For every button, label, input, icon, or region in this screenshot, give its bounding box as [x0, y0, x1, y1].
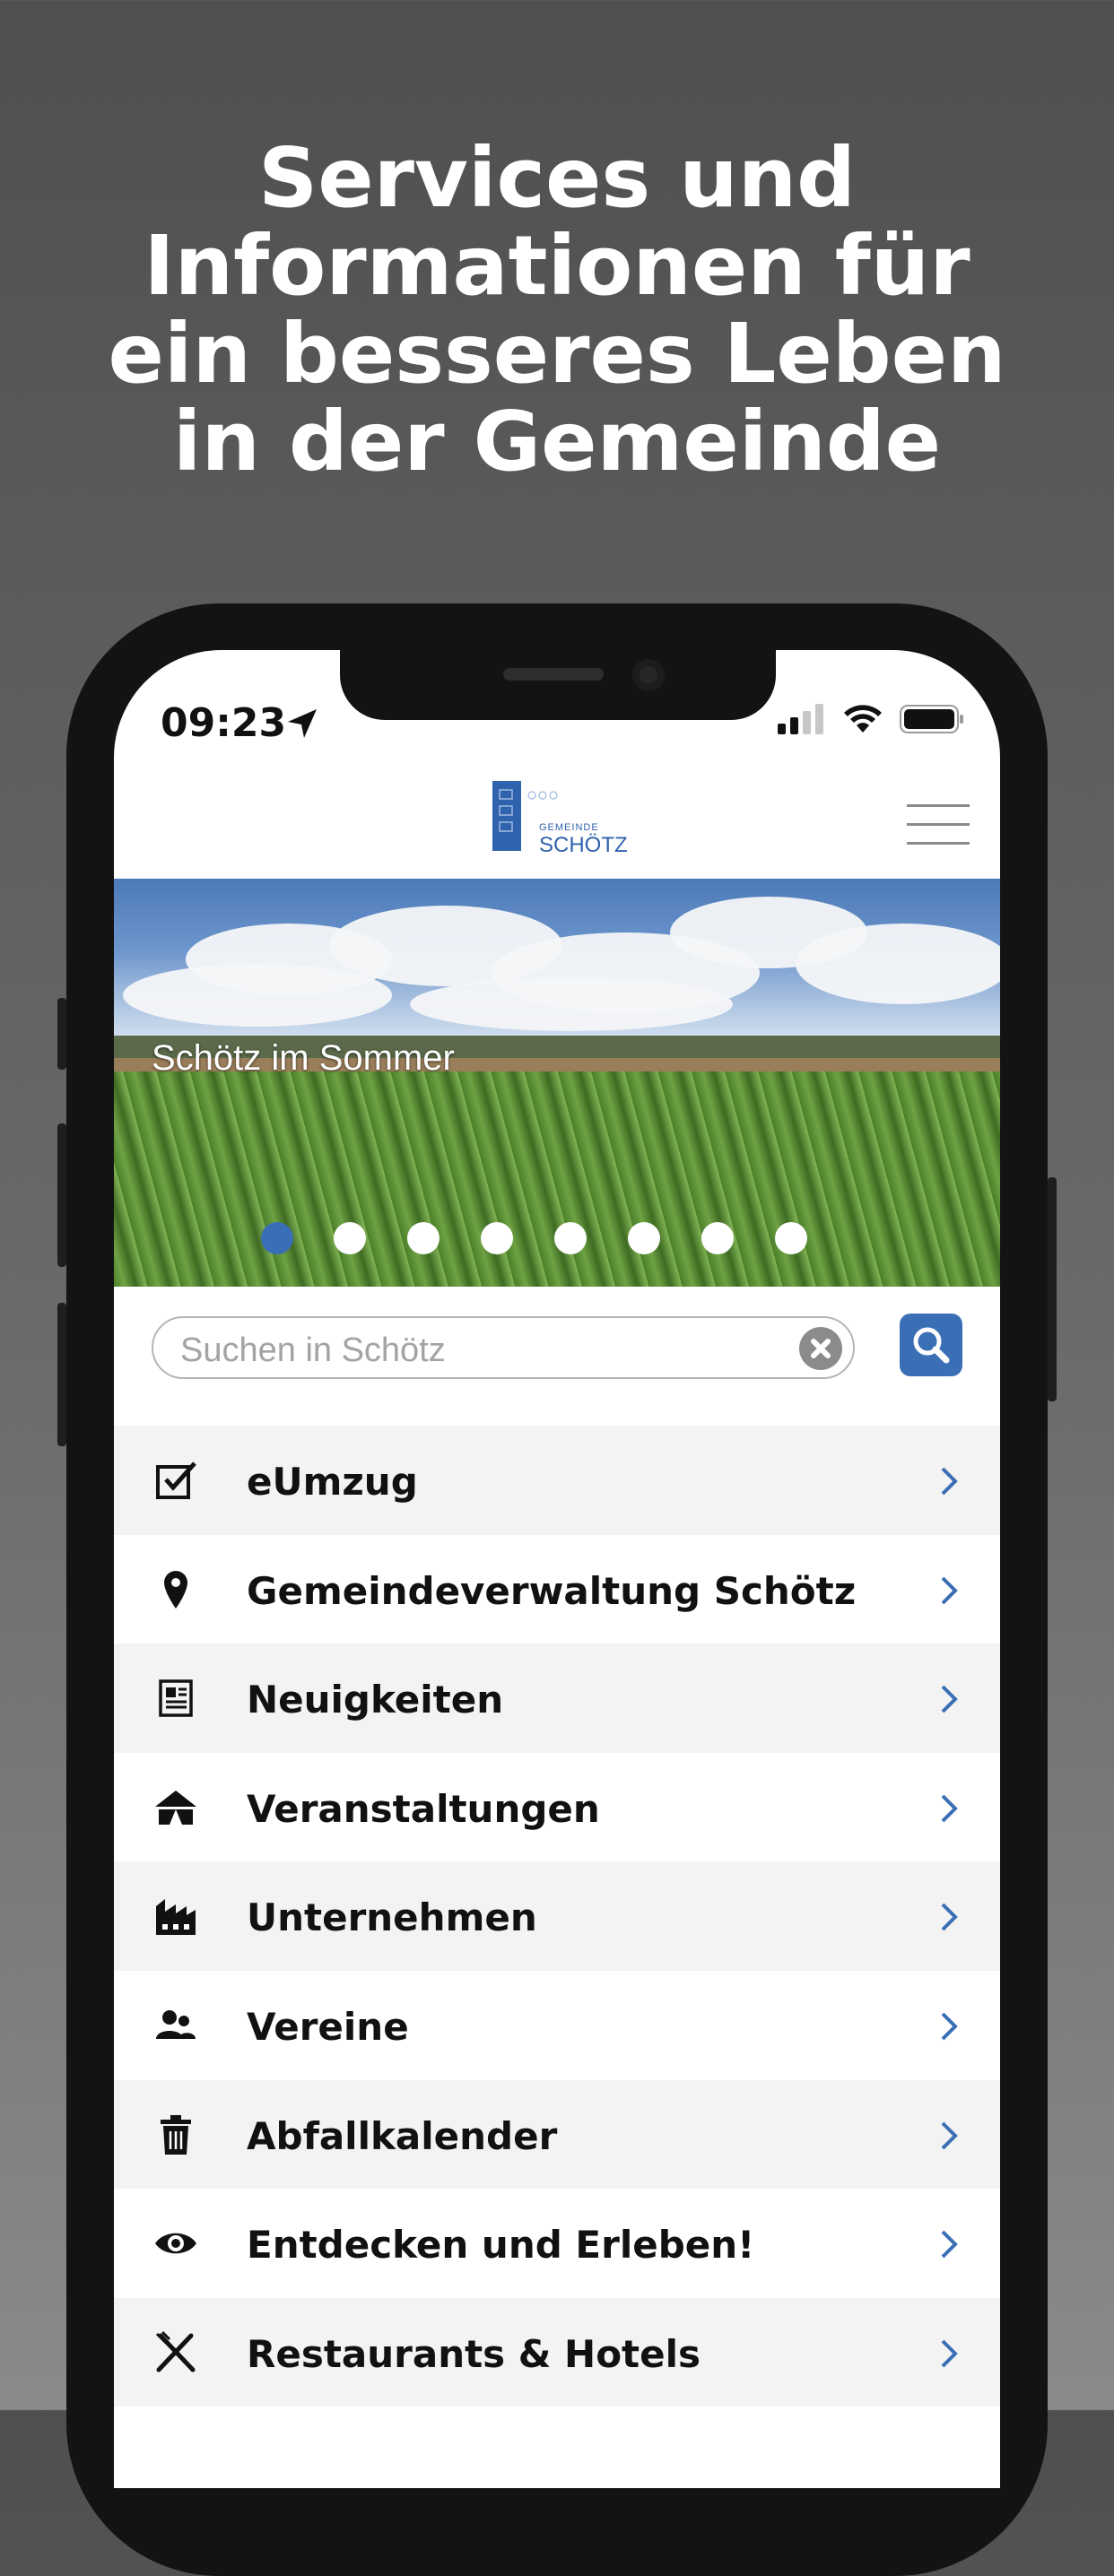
mute-switch [57, 998, 66, 1070]
menu-item-label: eUmzug [247, 1460, 418, 1504]
cloud [796, 924, 1000, 1004]
chevron-right-icon [941, 2339, 958, 2368]
app-header: GEMEINDE SCHÖTZ [114, 758, 1000, 879]
menu-item-label: Abfallkalender [247, 2113, 558, 2158]
search-icon [913, 1327, 950, 1364]
volume-down-button [57, 1303, 66, 1446]
cloud [123, 964, 392, 1027]
location-arrow-icon [288, 709, 317, 738]
headline: Services und Informationen für ein besse… [0, 134, 1114, 486]
menu-item-label: Vereine [247, 2004, 409, 2049]
search-input[interactable]: Suchen in Schötz [152, 1316, 855, 1379]
carousel-dot-2[interactable] [334, 1222, 366, 1254]
menu-item-label: Veranstaltungen [247, 1786, 600, 1831]
location-pin-icon [164, 1570, 187, 1609]
factory-icon [156, 1899, 196, 1936]
carousel-dot-8[interactable] [775, 1222, 807, 1254]
clear-icon[interactable] [799, 1327, 842, 1370]
hero-carousel[interactable]: Schötz im Sommer [114, 879, 1000, 1287]
headline-line-1: Services und [257, 130, 857, 226]
menu-item-gemeindeverwaltung[interactable]: Gemeindeverwaltung Schötz [114, 1535, 1000, 1644]
group-icon [156, 2009, 196, 2039]
logo-small-text: GEMEINDE [539, 822, 599, 833]
menu-list: eUmzug Gemeindeverwaltung Schötz Neuigke… [114, 1426, 1000, 2407]
menu-item-label: Gemeindeverwaltung Schötz [247, 1568, 857, 1613]
search-button[interactable] [900, 1314, 962, 1376]
logo-big-text: SCHÖTZ [539, 833, 628, 857]
carousel-dot-5[interactable] [554, 1222, 587, 1254]
chevron-right-icon [941, 1685, 958, 1713]
battery-icon [900, 705, 963, 733]
signal-icon [778, 704, 823, 734]
menu-item-neuigkeiten[interactable]: Neuigkeiten [114, 1644, 1000, 1753]
menu-item-restaurants[interactable]: Restaurants & Hotels [114, 2297, 1000, 2407]
power-button [1048, 1177, 1057, 1401]
menu-item-entdecken[interactable]: Entdecken und Erleben! [114, 2189, 1000, 2298]
search-placeholder: Suchen in Schötz [180, 1331, 446, 1369]
chevron-right-icon [941, 1794, 958, 1823]
menu-item-label: Restaurants & Hotels [247, 2331, 701, 2376]
carousel-dot-3[interactable] [407, 1222, 440, 1254]
hamburger-line-3 [907, 842, 970, 845]
carousel-dot-6[interactable] [628, 1222, 660, 1254]
chevron-right-icon [941, 1467, 958, 1496]
tent-icon [155, 1790, 196, 1825]
menu-item-eumzug[interactable]: eUmzug [114, 1426, 1000, 1535]
chevron-right-icon [941, 1903, 958, 1931]
search-area: Suchen in Schötz [114, 1287, 1000, 1426]
menu-item-vereine[interactable]: Vereine [114, 1971, 1000, 2080]
cutlery-icon [155, 2330, 196, 2372]
eye-icon [155, 2233, 196, 2254]
cloud [410, 977, 733, 1031]
carousel-dot-1[interactable] [261, 1222, 293, 1254]
trash-icon [161, 2114, 191, 2155]
menu-item-label: Neuigkeiten [247, 1678, 504, 1722]
headline-line-2: Informationen für [144, 218, 970, 314]
speaker [503, 668, 604, 681]
chevron-right-icon [941, 2012, 958, 2041]
newspaper-icon [159, 1679, 193, 1717]
menu-item-label: Unternehmen [247, 1895, 537, 1940]
headline-line-4: in der Gemeinde [172, 394, 942, 490]
menu-item-abfallkalender[interactable]: Abfallkalender [114, 2079, 1000, 2190]
carousel-pagination [114, 1222, 1000, 1258]
phone-screen: 09:23 GEMEINDE SCHÖTZ Schötz im Sommer S… [114, 650, 1000, 2488]
checkbox-icon [156, 1461, 196, 1499]
hero-caption: Schötz im Sommer [152, 1038, 455, 1078]
chevron-right-icon [941, 2230, 958, 2259]
carousel-dot-7[interactable] [701, 1222, 734, 1254]
chevron-right-icon [941, 1576, 958, 1605]
chevron-right-icon [941, 2121, 958, 2149]
volume-up-button [57, 1123, 66, 1267]
headline-line-3: ein besseres Leben [108, 306, 1006, 402]
menu-item-veranstaltungen[interactable]: Veranstaltungen [114, 1753, 1000, 1862]
carousel-dot-4[interactable] [481, 1222, 513, 1254]
wifi-icon [844, 705, 882, 733]
menu-item-unternehmen[interactable]: Unternehmen [114, 1861, 1000, 1971]
status-time: 09:23 [161, 700, 287, 746]
notch [340, 650, 776, 720]
hamburger-line-2 [907, 823, 970, 826]
hamburger-icon [907, 804, 970, 807]
hamburger-menu-button[interactable] [907, 804, 970, 846]
front-camera [632, 659, 665, 691]
status-icons [776, 704, 964, 734]
menu-item-label: Entdecken und Erleben! [247, 2223, 755, 2268]
